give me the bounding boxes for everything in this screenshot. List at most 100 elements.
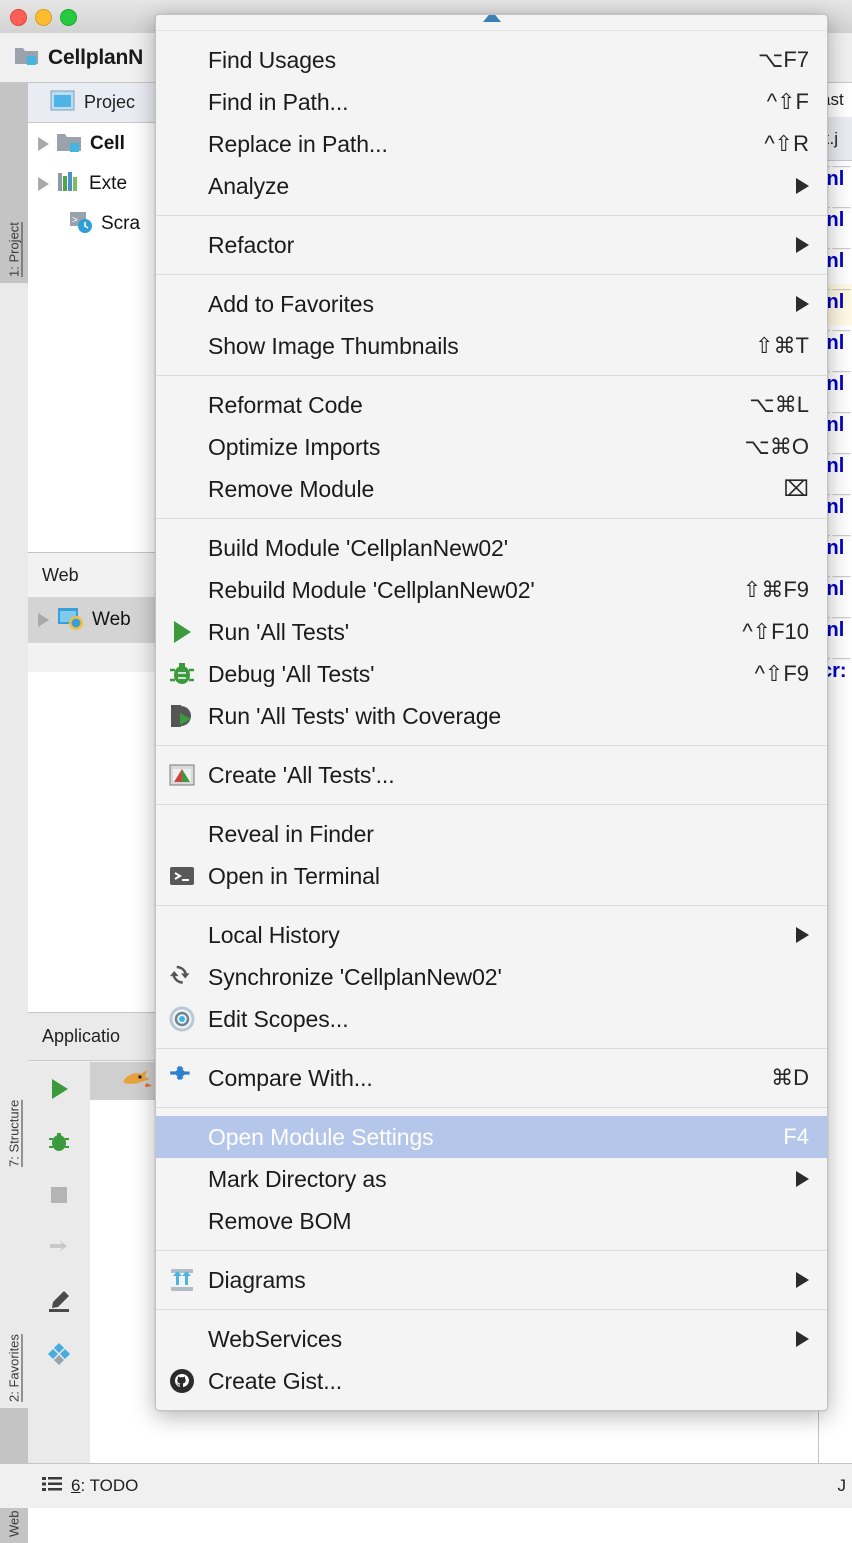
menu-item-label: Rebuild Module 'CellplanNew02'	[208, 576, 535, 603]
menu-item-label: Replace in Path...	[208, 130, 388, 157]
stop-icon[interactable]	[46, 1182, 72, 1213]
coverage-icon	[171, 705, 191, 727]
minimize-button[interactable]	[35, 9, 52, 26]
menu-item-shortcut: ⌧	[783, 476, 809, 501]
menu-group: Reveal in Finder Open in Terminal	[156, 805, 827, 905]
menu-group: Build Module 'CellplanNew02' Rebuild Modu…	[156, 519, 827, 745]
menu-item-label: Build Module 'CellplanNew02'	[208, 534, 509, 561]
run-icon[interactable]	[46, 1076, 72, 1107]
chevron-right-icon[interactable]	[38, 177, 49, 191]
context-menu[interactable]: Find Usages ⌥F7 Find in Path... ^⇧F Replace …	[155, 14, 828, 1411]
menu-item[interactable]: Add to Favorites	[156, 283, 827, 325]
menu-group: Open Module Settings F4 Mark Directory as R…	[156, 1108, 827, 1250]
menu-item[interactable]: Build Module 'CellplanNew02'	[156, 527, 827, 569]
menu-item-label: Refactor	[208, 231, 295, 258]
scopes-icon	[169, 1006, 195, 1032]
menu-item[interactable]: Diagrams	[156, 1259, 827, 1301]
menu-item-shortcut: ⌥F7	[757, 47, 809, 72]
menu-item[interactable]: Analyze	[156, 165, 827, 207]
menu-item-shortcut: ⇧⌘F9	[742, 577, 809, 602]
close-button[interactable]	[10, 9, 27, 26]
menu-item[interactable]: Local History	[156, 914, 827, 956]
menu-item-label: Mark Directory as	[208, 1165, 387, 1192]
edit-icon[interactable]	[46, 1288, 72, 1319]
menu-item-label: Remove BOM	[208, 1207, 352, 1234]
sidebar-item-project[interactable]: 1: Project	[0, 83, 28, 283]
chevron-right-icon[interactable]	[38, 137, 49, 151]
menu-item-label: Create 'All Tests'...	[208, 761, 395, 788]
menu-item[interactable]: Create Gist...	[156, 1360, 827, 1402]
menu-item-label: Reveal in Finder	[208, 820, 374, 847]
tomcat-icon	[120, 1066, 154, 1097]
menu-item[interactable]: Compare With... ⌘D	[156, 1057, 827, 1099]
module-folder-icon	[14, 44, 40, 71]
menu-item[interactable]: Run 'All Tests' with Coverage	[156, 695, 827, 737]
menu-item[interactable]: Open Module Settings F4	[156, 1116, 827, 1158]
menu-group: Refactor	[156, 216, 827, 274]
project-view-icon	[50, 90, 75, 116]
menu-item[interactable]: Rebuild Module 'CellplanNew02' ⇧⌘F9	[156, 569, 827, 611]
menu-item[interactable]: Mark Directory as	[156, 1158, 827, 1200]
scratches-icon: >	[68, 210, 94, 239]
menu-item-icon-slot	[156, 962, 208, 992]
settings-icon[interactable]	[46, 1341, 72, 1372]
create-test-icon	[169, 764, 195, 786]
menu-item[interactable]: Edit Scopes...	[156, 998, 827, 1040]
submenu-arrow-icon	[796, 237, 809, 253]
menu-item-icon-slot	[156, 701, 208, 731]
status-bar: 6: TODO J	[0, 1463, 852, 1508]
synchronize-icon	[170, 965, 190, 984]
menu-item-icon-slot	[156, 1366, 208, 1396]
rerun-icon[interactable]	[46, 1235, 72, 1266]
menu-item-label: Find Usages	[208, 46, 337, 73]
menu-item[interactable]: Find Usages ⌥F7	[156, 39, 827, 81]
menu-item-label: Optimize Imports	[208, 433, 381, 460]
menu-item-icon-slot	[156, 1063, 208, 1093]
run-icon	[174, 621, 191, 643]
menu-item[interactable]: Remove BOM	[156, 1200, 827, 1242]
menu-item[interactable]: Create 'All Tests'...	[156, 754, 827, 796]
debug-icon	[170, 663, 194, 684]
menu-item-icon-slot	[156, 617, 208, 647]
run-toolbar	[28, 1062, 90, 1464]
menu-item[interactable]: WebServices	[156, 1318, 827, 1360]
menu-group: WebServices Create Gist...	[156, 1310, 827, 1410]
menu-item-label: WebServices	[208, 1325, 342, 1352]
menu-item[interactable]: Refactor	[156, 224, 827, 266]
traffic-lights	[10, 9, 77, 26]
page-title: CellplanN	[48, 45, 144, 69]
menu-item-label: Open in Terminal	[208, 862, 380, 889]
menu-item-icon-slot	[156, 1004, 208, 1034]
menu-item[interactable]: Debug 'All Tests' ^⇧F9	[156, 653, 827, 695]
menu-item-label: Show Image Thumbnails	[208, 332, 459, 359]
menu-item-label: Diagrams	[208, 1266, 306, 1293]
menu-item[interactable]: Reformat Code ⌥⌘L	[156, 384, 827, 426]
menu-item-label: Synchronize 'CellplanNew02'	[208, 963, 502, 990]
menu-item[interactable]: Open in Terminal	[156, 855, 827, 897]
menu-scroll-up-arrow[interactable]	[156, 15, 827, 31]
menu-item-shortcut: ⇧⌘T	[755, 333, 809, 358]
menu-item[interactable]: Replace in Path... ^⇧R	[156, 123, 827, 165]
menu-item[interactable]: Reveal in Finder	[156, 813, 827, 855]
menu-group: Local History Synchronize 'CellplanNew02'…	[156, 906, 827, 1048]
sidebar-item-structure[interactable]: 7: Structure	[0, 943, 28, 1173]
module-folder-icon	[56, 130, 83, 158]
debug-icon[interactable]	[46, 1129, 72, 1160]
zoom-button[interactable]	[60, 9, 77, 26]
status-todo-label[interactable]: 6: TODO	[71, 1476, 138, 1496]
sidebar-item-favorites[interactable]: 2: Favorites	[0, 1173, 28, 1408]
libraries-icon	[56, 170, 82, 199]
menu-item-shortcut: ⌘D	[771, 1065, 809, 1090]
menu-item-label: Debug 'All Tests'	[208, 660, 375, 687]
menu-item[interactable]: Optimize Imports ⌥⌘O	[156, 426, 827, 468]
menu-item[interactable]: Run 'All Tests' ^⇧F10	[156, 611, 827, 653]
chevron-right-icon[interactable]	[38, 613, 49, 627]
menu-item[interactable]: Show Image Thumbnails ⇧⌘T	[156, 325, 827, 367]
menu-item-label: Add to Favorites	[208, 290, 374, 317]
menu-item[interactable]: Remove Module ⌧	[156, 468, 827, 510]
menu-item[interactable]: Synchronize 'CellplanNew02'	[156, 956, 827, 998]
tree-label: Cell	[90, 133, 125, 154]
menu-group: Reformat Code ⌥⌘L Optimize Imports ⌥⌘O Remov…	[156, 376, 827, 518]
menu-item-label: Local History	[208, 921, 340, 948]
menu-item[interactable]: Find in Path... ^⇧F	[156, 81, 827, 123]
